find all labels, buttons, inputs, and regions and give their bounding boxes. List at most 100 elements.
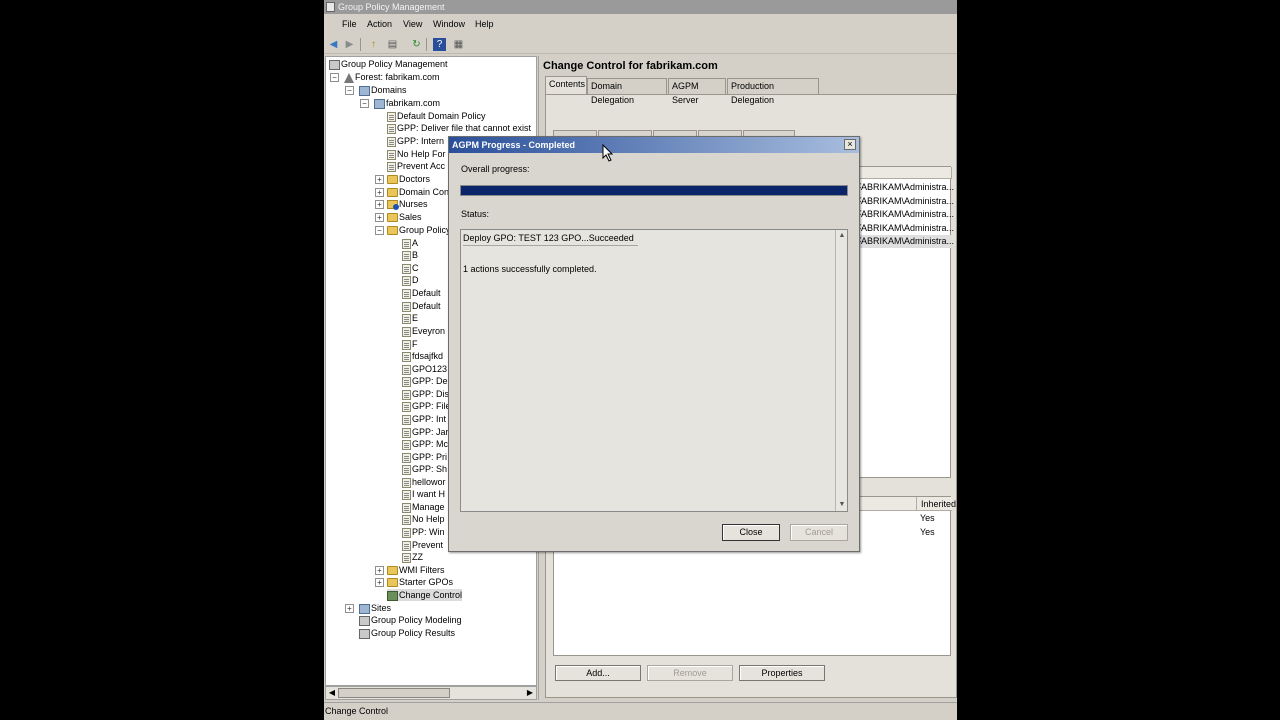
tree-gpo[interactable]: fdsajfkd bbox=[402, 350, 443, 362]
tree-gpo[interactable]: E bbox=[402, 312, 418, 324]
menu-action[interactable]: Action bbox=[367, 19, 392, 29]
tree-domains[interactable]: Domains bbox=[359, 84, 407, 96]
gpo-icon bbox=[402, 326, 411, 337]
properties-button[interactable]: Properties bbox=[739, 665, 825, 681]
tree-expander[interactable]: + bbox=[375, 175, 384, 184]
tree-ou[interactable]: Domain Con bbox=[387, 186, 449, 198]
gpo-icon bbox=[402, 489, 411, 500]
tree-ou[interactable]: Nurses bbox=[387, 198, 428, 211]
back-icon[interactable]: ◀ bbox=[327, 38, 340, 51]
tree-gpo-link[interactable]: No Help For bbox=[387, 148, 446, 160]
tree-gpo-link[interactable]: GPP: Intern bbox=[387, 135, 444, 147]
tree-starter-gpos[interactable]: Starter GPOs bbox=[387, 576, 453, 588]
tree-expander[interactable]: − bbox=[345, 86, 354, 95]
add-button[interactable]: Add... bbox=[555, 665, 641, 681]
status-scrollbar[interactable]: ▲ ▼ bbox=[835, 230, 847, 511]
tree-expander[interactable]: + bbox=[375, 213, 384, 222]
up-folder-icon[interactable]: ↑ bbox=[367, 38, 380, 51]
tree-gpo[interactable]: Prevent bbox=[402, 539, 443, 551]
status-log[interactable]: Deploy GPO: TEST 123 GPO...Succeeded 1 a… bbox=[460, 229, 848, 512]
tree-expander[interactable]: + bbox=[375, 188, 384, 197]
tree-expander[interactable]: − bbox=[375, 226, 384, 235]
tree-gpo[interactable]: A bbox=[402, 237, 418, 249]
tree-ou[interactable]: Sales bbox=[387, 211, 422, 223]
tree-gpo[interactable]: Eveyron bbox=[402, 325, 445, 337]
scroll-up-icon[interactable]: ▲ bbox=[837, 231, 847, 241]
dialog-titlebar[interactable]: AGPM Progress - Completed × bbox=[449, 137, 859, 153]
tree-forest[interactable]: Forest: fabrikam.com bbox=[344, 71, 440, 83]
tree-change-control[interactable]: Change Control bbox=[387, 589, 463, 601]
tree-expander[interactable]: − bbox=[360, 99, 369, 108]
tree-expander[interactable]: + bbox=[375, 200, 384, 209]
tree-gpo-link[interactable]: GPP: Deliver file that cannot exist bbox=[387, 122, 531, 134]
tree-gpo[interactable]: Default bbox=[402, 300, 441, 312]
tree-gpo[interactable]: F bbox=[402, 338, 418, 350]
tree-gpo[interactable]: GPP: Sh bbox=[402, 463, 447, 475]
scroll-thumb[interactable] bbox=[338, 688, 450, 698]
tree-gpo[interactable]: C bbox=[402, 262, 419, 274]
tab-domain-delegation[interactable]: Domain Delegation bbox=[587, 78, 667, 105]
tree-modeling[interactable]: Group Policy Modeling bbox=[359, 614, 462, 626]
tree-expander[interactable]: + bbox=[375, 566, 384, 575]
tree-gpo[interactable]: Manage bbox=[402, 501, 445, 513]
tree-results[interactable]: Group Policy Results bbox=[359, 627, 455, 639]
refresh-icon[interactable]: ↻ bbox=[410, 38, 423, 51]
tree-gpo[interactable]: hellowor bbox=[402, 476, 446, 488]
tree-gpo[interactable]: GPP: File bbox=[402, 400, 451, 412]
tree-gpo[interactable]: B bbox=[402, 249, 418, 261]
show-hide-tree-icon[interactable]: ▤ bbox=[386, 38, 399, 51]
tree-gpo[interactable]: No Help bbox=[402, 513, 445, 525]
tab-agpm-server[interactable]: AGPM Server bbox=[668, 78, 726, 105]
ou-folder-icon bbox=[387, 213, 398, 223]
gpo-icon bbox=[402, 540, 411, 551]
tree-gpo[interactable]: GPP: Jar bbox=[402, 426, 449, 438]
scroll-left-icon[interactable]: ◀ bbox=[327, 688, 337, 698]
help-icon[interactable]: ? bbox=[433, 38, 446, 51]
tree-gpo[interactable]: GPP: Dis bbox=[402, 388, 449, 400]
tree-gpo-link[interactable]: Prevent Acc bbox=[387, 160, 445, 172]
tree-gpo[interactable]: GPP: Pri bbox=[402, 451, 447, 463]
tree-gpo[interactable]: I want H bbox=[402, 488, 445, 500]
menu-view[interactable]: View bbox=[403, 19, 422, 29]
tree-ou[interactable]: Doctors bbox=[387, 173, 430, 185]
tree-sites[interactable]: Sites bbox=[359, 602, 391, 614]
tree-gpo-link[interactable]: Default Domain Policy bbox=[387, 110, 486, 122]
tree-gpo[interactable]: PP: Win bbox=[402, 526, 445, 538]
tree-gpo[interactable]: GPO123 bbox=[402, 363, 447, 375]
tree-expander[interactable]: + bbox=[375, 578, 384, 587]
sites-icon bbox=[359, 603, 370, 614]
tree-expander[interactable]: + bbox=[345, 604, 354, 613]
tree-horizontal-scrollbar[interactable]: ◀ ▶ bbox=[325, 686, 537, 700]
scroll-down-icon[interactable]: ▼ bbox=[837, 500, 847, 510]
tree-domain-fabrikam[interactable]: fabrikam.com bbox=[374, 97, 440, 109]
tree-expander[interactable]: − bbox=[330, 73, 339, 82]
remove-button[interactable]: Remove bbox=[647, 665, 733, 681]
tree-gpo-container[interactable]: Group Policy bbox=[387, 224, 451, 236]
tree-gpo[interactable]: GPP: Int bbox=[402, 413, 446, 425]
tree-gpo[interactable]: Default bbox=[402, 287, 441, 299]
tree-gpo[interactable]: GPP: Mc bbox=[402, 438, 448, 450]
tab-contents[interactable]: Contents bbox=[545, 76, 587, 94]
tab-production-delegation[interactable]: Production Delegation bbox=[727, 78, 819, 105]
window-titlebar[interactable]: Group Policy Management bbox=[324, 0, 957, 14]
history-cell: Yes bbox=[920, 527, 935, 537]
tree-root[interactable]: Group Policy Management bbox=[329, 58, 448, 70]
forest-icon bbox=[344, 72, 354, 83]
menu-help[interactable]: Help bbox=[475, 19, 494, 29]
properties-pane-icon[interactable]: ▦ bbox=[452, 38, 465, 51]
tree-wmi-filters[interactable]: WMI Filters bbox=[387, 564, 445, 576]
scroll-right-icon[interactable]: ▶ bbox=[525, 688, 535, 698]
gpo-icon bbox=[402, 527, 411, 538]
tree-gpo[interactable]: ZZ bbox=[402, 551, 423, 563]
gpo-icon bbox=[402, 401, 411, 412]
status-line: Deploy GPO: TEST 123 GPO...Succeeded bbox=[463, 233, 638, 246]
close-button[interactable]: Close bbox=[722, 524, 780, 541]
header-inherited[interactable]: Inherited bbox=[916, 497, 956, 511]
cancel-button[interactable]: Cancel bbox=[790, 524, 848, 541]
menu-file[interactable]: File bbox=[342, 19, 357, 29]
menu-window[interactable]: Window bbox=[433, 19, 465, 29]
tree-gpo[interactable]: GPP: De bbox=[402, 375, 448, 387]
close-icon[interactable]: × bbox=[844, 139, 856, 150]
tree-gpo[interactable]: D bbox=[402, 274, 419, 286]
forward-icon[interactable]: ▶ bbox=[343, 38, 356, 51]
